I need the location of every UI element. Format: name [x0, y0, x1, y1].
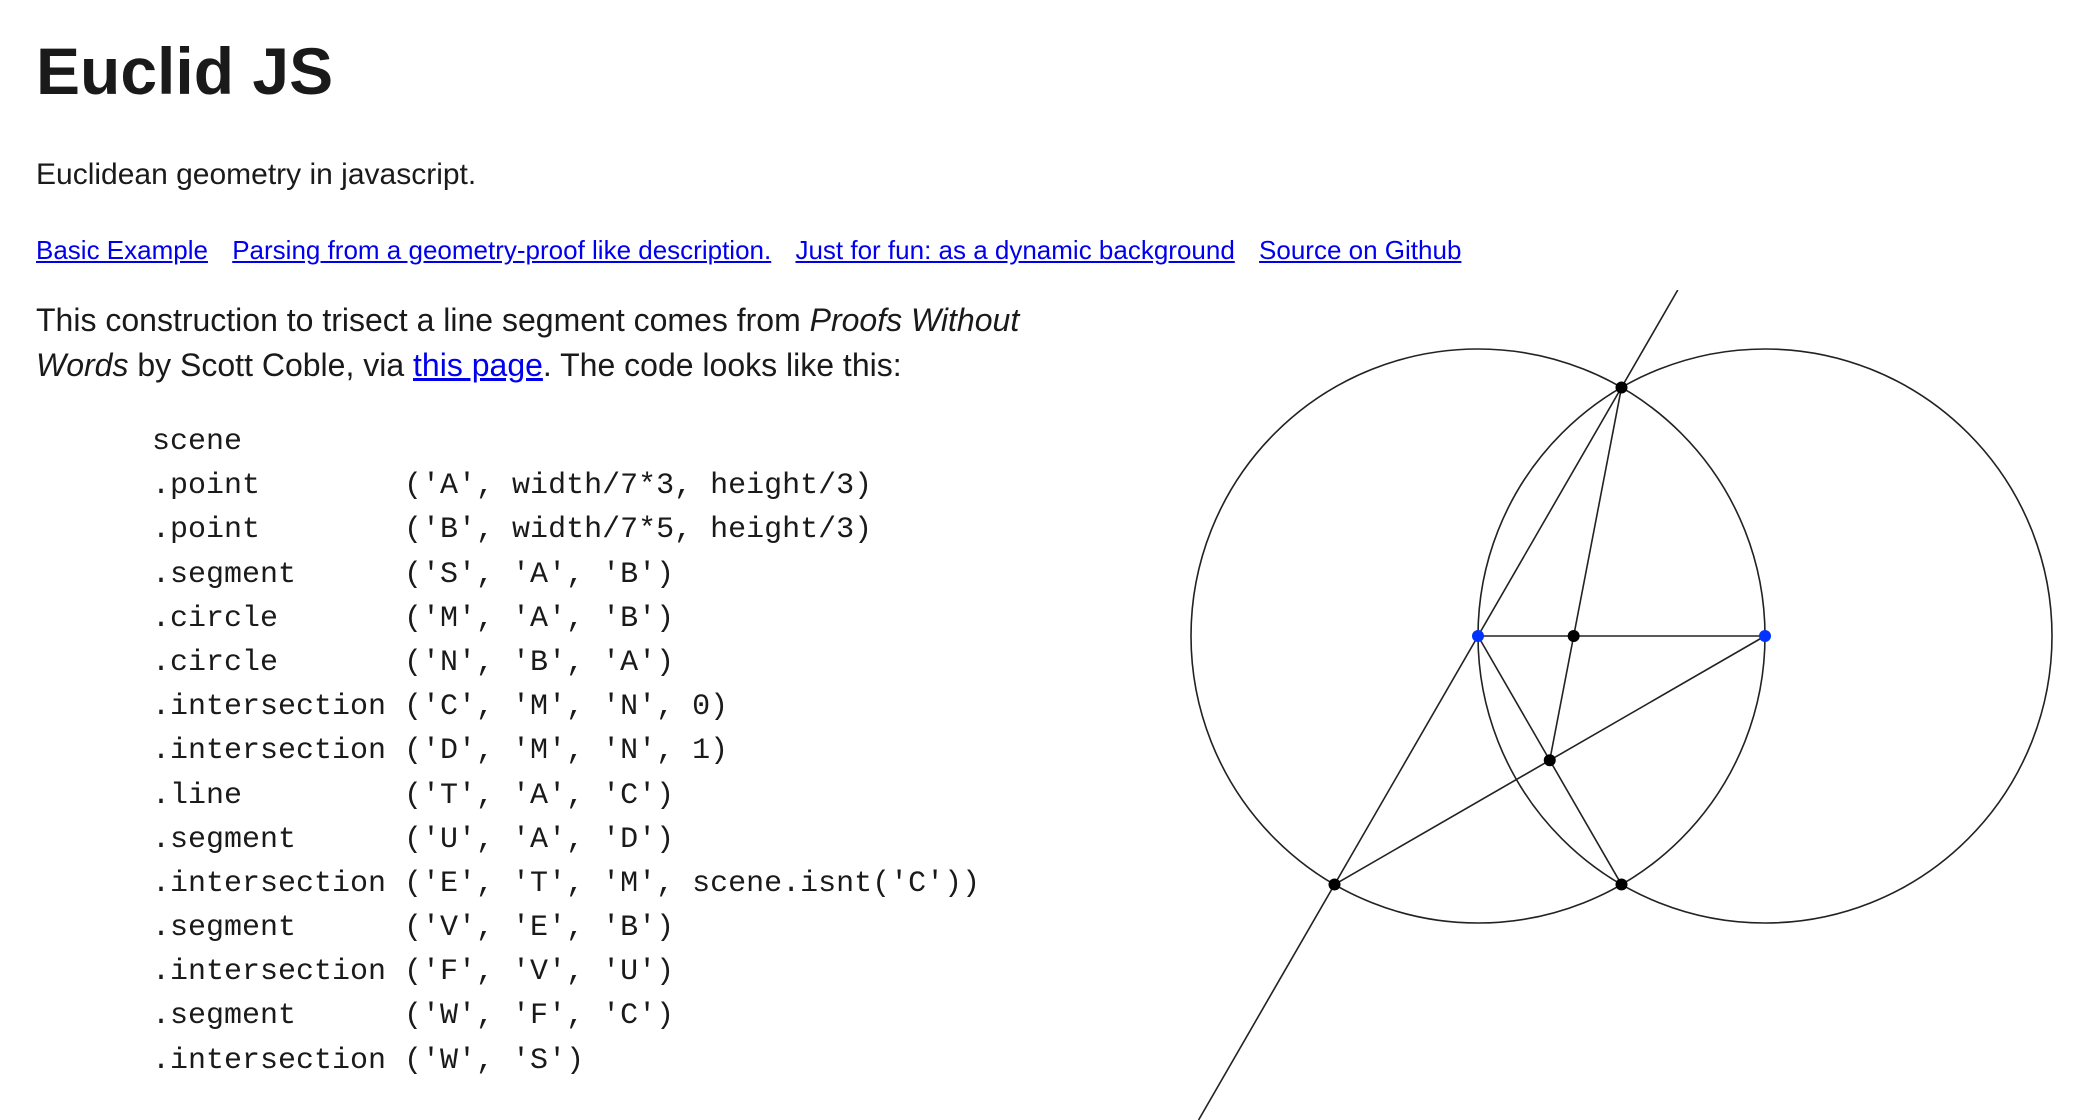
- intro-text: This construction to trisect a line segm…: [36, 302, 810, 338]
- page-title: Euclid JS: [36, 34, 334, 108]
- code-line: .circle ('M', 'A', 'B'): [152, 601, 675, 636]
- code-line: .point ('A', width/7*3, height/3): [152, 469, 873, 504]
- intro-paragraph: This construction to trisect a line segm…: [36, 298, 1056, 388]
- code-block: scene .point ('A', width/7*3, height/3) .p…: [152, 420, 980, 1083]
- point-c: [1615, 381, 1628, 394]
- point-b: [1759, 630, 1771, 642]
- tagline: Euclidean geometry in javascript.: [36, 158, 477, 191]
- construction-lines: [1190, 290, 2053, 1120]
- intro-text: by Scott Coble, via: [128, 347, 414, 383]
- intro-text: . The code looks like this:: [542, 347, 902, 383]
- code-line: .segment ('V', 'E', 'B'): [152, 911, 675, 946]
- code-line: .point ('B', width/7*5, height/3): [152, 513, 873, 548]
- code-line: .intersection ('C', 'M', 'N', 0): [152, 690, 729, 725]
- point-f: [1543, 754, 1556, 767]
- code-line: .segment ('W', 'F', 'C'): [152, 999, 675, 1034]
- code-line: .intersection ('F', 'V', 'U'): [152, 955, 675, 990]
- geometry-construction-canvas[interactable]: [1160, 290, 2070, 1120]
- code-line: .circle ('N', 'B', 'A'): [152, 645, 675, 680]
- code-line: scene: [152, 425, 243, 459]
- parsing-description-link[interactable]: Parsing from a geometry-proof like descr…: [232, 235, 771, 265]
- point-d: [1615, 878, 1628, 891]
- code-line: .intersection ('D', 'M', 'N', 1): [152, 734, 729, 769]
- nav-links: Basic Example Parsing from a geometry-pr…: [36, 232, 1478, 268]
- code-line: .intersection ('W', 'S'): [152, 1043, 585, 1078]
- code-line: .line ('T', 'A', 'C'): [152, 778, 675, 813]
- point-w: [1567, 630, 1580, 642]
- source-github-link[interactable]: Source on Github: [1259, 235, 1461, 265]
- code-line: .intersection ('E', 'T', 'M', scene.isnt…: [152, 866, 981, 901]
- code-line: .segment ('S', 'A', 'B'): [152, 557, 675, 592]
- dynamic-background-link[interactable]: Just for fun: as a dynamic background: [795, 235, 1234, 265]
- point-a: [1472, 630, 1484, 642]
- line-t: [1197, 290, 1679, 1120]
- segment-w: [1548, 387, 1623, 761]
- code-line: .segment ('U', 'A', 'D'): [152, 822, 675, 857]
- basic-example-link[interactable]: Basic Example: [36, 235, 208, 265]
- point-e: [1328, 878, 1341, 891]
- this-page-link[interactable]: this page: [413, 347, 543, 383]
